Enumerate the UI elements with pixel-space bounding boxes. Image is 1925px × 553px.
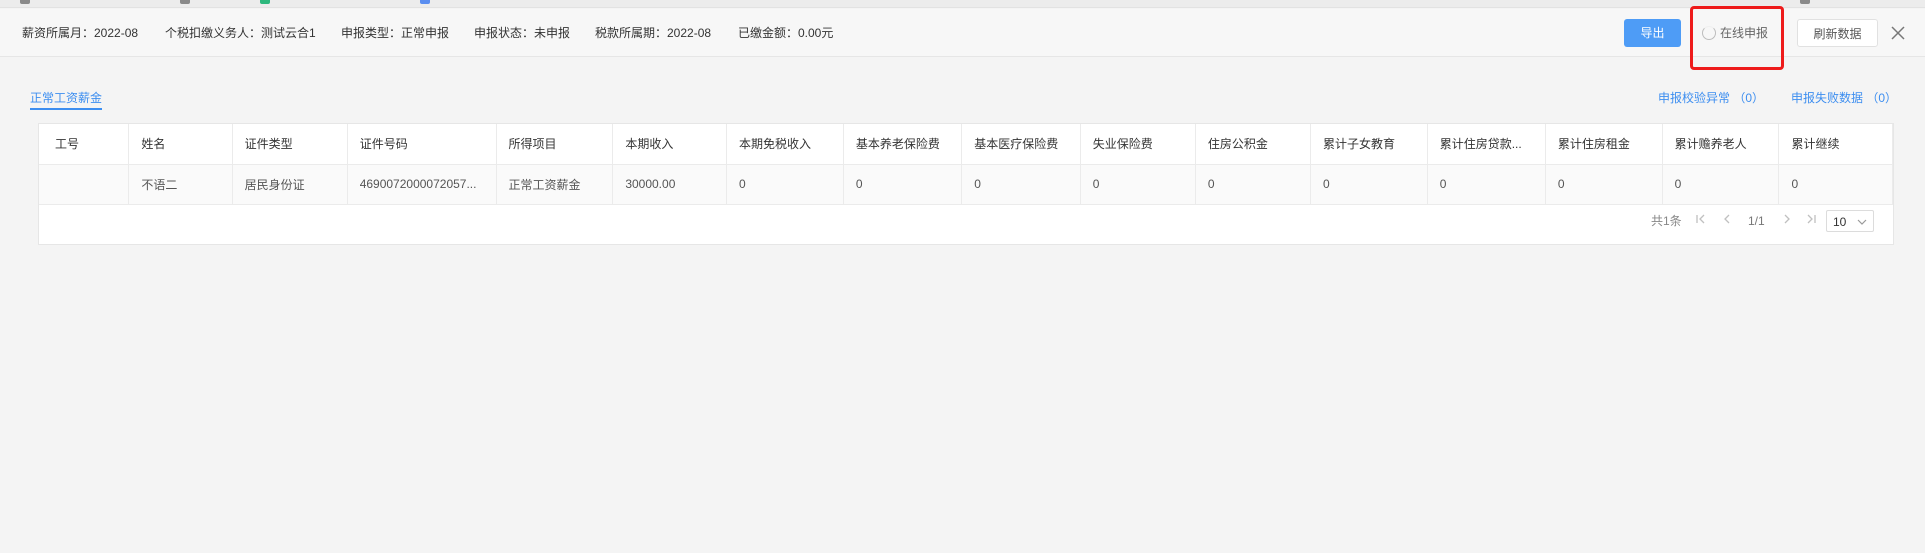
chevron-down-icon (1857, 219, 1867, 225)
toolbar-icon (260, 0, 270, 4)
table-cell: 0 (1310, 164, 1428, 205)
column-header: 证件类型 (232, 124, 348, 165)
toolbar-icon (420, 0, 430, 4)
declaration-info-bar: 薪资所属月：2022-08 个税扣缴义务人：测试云合1 申报类型：正常申报 申报… (0, 9, 1925, 57)
column-header: 本期免税收入 (726, 124, 844, 165)
withholding-agent: 个税扣缴义务人：测试云合1 (165, 26, 316, 40)
page-first-icon[interactable] (1695, 210, 1707, 232)
tax-period: 税款所属期：2022-08 (595, 26, 712, 40)
salary-table: 工号 姓名 证件类型 证件号码 所得项目 本期收入 本期免税收入 基本养老保险费… (39, 124, 1893, 205)
table-cell: 居民身份证 (232, 164, 348, 205)
table-cell: 0 (726, 164, 844, 205)
column-header: 累计住房贷款... (1427, 124, 1546, 165)
table-cell: 0 (1195, 164, 1311, 205)
toolbar-icon (1800, 0, 1810, 4)
table-cell: 0 (1662, 164, 1780, 205)
online-declare-label: 在线申报 (1720, 26, 1769, 40)
table-cell: 4690072000072057... (347, 164, 497, 205)
column-header: 姓名 (128, 124, 233, 165)
loading-spinner-icon (1702, 26, 1716, 40)
table-row[interactable]: 不语二 居民身份证 4690072000072057... 正常工资薪金 300… (39, 164, 1893, 205)
table-header-row: 工号 姓名 证件类型 证件号码 所得项目 本期收入 本期免税收入 基本养老保险费… (39, 124, 1893, 165)
tab-regular-salary[interactable]: 正常工资薪金 (30, 88, 103, 110)
table-cell: 0 (843, 164, 963, 205)
salary-month: 薪资所属月：2022-08 (22, 26, 139, 40)
table-scroll-area[interactable]: 工号 姓名 证件类型 证件号码 所得项目 本期收入 本期免税收入 基本养老保险费… (39, 124, 1893, 206)
column-header: 累计住房租金 (1545, 124, 1663, 165)
validation-error-link[interactable]: 申报校验异常 （0） (1658, 88, 1764, 108)
paid-amount: 已缴金额：0.00元 (738, 26, 834, 40)
refresh-data-button[interactable]: 刷新数据 (1797, 19, 1878, 47)
page-size-select[interactable]: 10 (1826, 210, 1874, 232)
chevron-right-icon[interactable] (1781, 210, 1793, 232)
pagination-current-page: 1/1 (1748, 214, 1765, 228)
online-declare-button[interactable]: 在线申报 (1698, 19, 1776, 47)
declare-status: 申报状态：未申报 (474, 26, 571, 40)
toolbar-icon (180, 0, 190, 4)
table-cell: 0 (1080, 164, 1196, 205)
failed-data-link[interactable]: 申报失败数据 （0） (1791, 88, 1897, 108)
column-header: 失业保险费 (1080, 124, 1196, 165)
top-toolbar-strip (0, 0, 1925, 8)
column-header: 累计子女教育 (1310, 124, 1428, 165)
toolbar-icon (20, 0, 30, 4)
declare-type: 申报类型：正常申报 (341, 26, 450, 40)
declaration-page: 薪资所属月：2022-08 个税扣缴义务人：测试云合1 申报类型：正常申报 申报… (0, 0, 1925, 553)
table-cell: 0 (1778, 164, 1893, 205)
table-cell: 0 (961, 164, 1081, 205)
table-cell: 30000.00 (612, 164, 728, 205)
column-header: 本期收入 (612, 124, 728, 165)
table-cell (39, 164, 130, 205)
table-card: 工号 姓名 证件类型 证件号码 所得项目 本期收入 本期免税收入 基本养老保险费… (38, 123, 1894, 245)
table-cell: 正常工资薪金 (496, 164, 614, 205)
page-size-value: 10 (1833, 215, 1847, 229)
table-cell: 不语二 (128, 164, 233, 205)
column-header: 基本养老保险费 (843, 124, 963, 165)
export-button[interactable]: 导出 (1624, 19, 1681, 47)
column-header: 基本医疗保险费 (961, 124, 1081, 165)
column-header: 工号 (39, 124, 130, 165)
column-header: 累计赡养老人 (1662, 124, 1780, 165)
column-header: 累计继续 (1778, 124, 1893, 165)
column-header: 所得项目 (496, 124, 614, 165)
column-header: 住房公积金 (1195, 124, 1311, 165)
page-last-icon[interactable] (1805, 210, 1817, 232)
column-header: 证件号码 (347, 124, 497, 165)
table-cell: 0 (1427, 164, 1546, 205)
close-icon[interactable] (1888, 23, 1908, 43)
chevron-left-icon[interactable] (1721, 210, 1733, 232)
pagination-total: 共1条 (1651, 214, 1682, 228)
table-cell: 0 (1545, 164, 1663, 205)
